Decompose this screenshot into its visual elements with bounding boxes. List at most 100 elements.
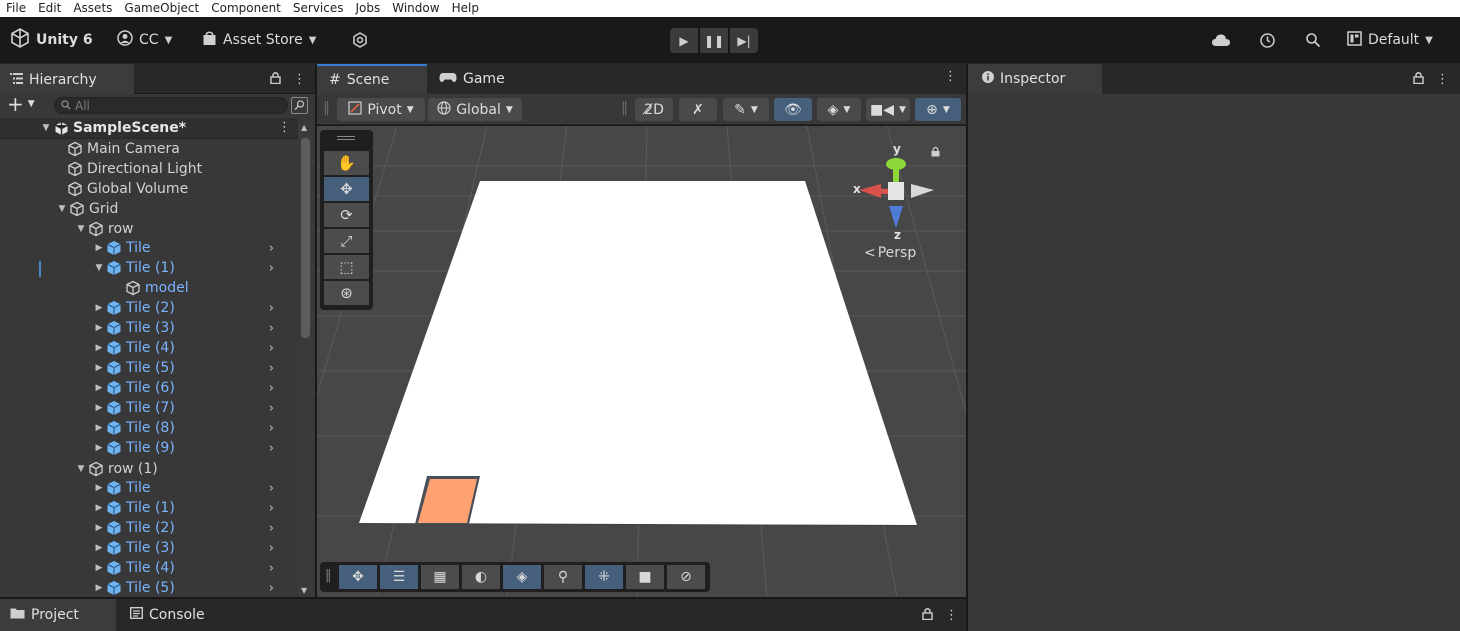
tab-inspector[interactable]: Inspector — [968, 64, 1102, 94]
overlay-search-button[interactable]: ⚲ — [544, 565, 582, 589]
tab-hierarchy[interactable]: Hierarchy — [0, 64, 134, 94]
lock-icon[interactable] — [270, 71, 281, 88]
menu-services[interactable]: Services — [287, 0, 350, 17]
kebab-menu-icon[interactable]: ⋮ — [944, 69, 957, 84]
visibility-button[interactable]: 👁 — [774, 98, 812, 121]
list-item[interactable]: ▶ Tile (2) › — [93, 518, 298, 538]
chevron-right-icon[interactable]: › — [269, 521, 274, 536]
list-item[interactable]: ▶ Tile (9) › — [93, 438, 298, 458]
tab-scene[interactable]: # Scene — [317, 64, 427, 94]
chevron-right-icon[interactable]: › — [269, 301, 274, 316]
chevron-right-icon[interactable]: › — [269, 341, 274, 356]
scroll-down-icon[interactable]: ▼ — [301, 586, 307, 595]
step-button[interactable]: ▶| — [730, 28, 758, 53]
kebab-menu-icon[interactable]: ⋮ — [1436, 72, 1449, 87]
kebab-menu-icon[interactable]: ⋮ — [945, 608, 958, 623]
create-dropdown[interactable]: + ▼ — [7, 94, 35, 114]
chevron-right-icon[interactable]: › — [269, 321, 274, 336]
gizmos-dropdown[interactable]: ⊕ ▼ — [915, 98, 961, 121]
expand-arrow-icon[interactable]: ▶ — [93, 563, 105, 573]
scene-header-row[interactable]: ▼ SampleScene* ⋮ — [0, 118, 298, 139]
chevron-right-icon[interactable]: › — [269, 481, 274, 496]
expand-arrow-icon[interactable]: ▼ — [40, 123, 52, 133]
layers-dropdown[interactable]: ◈ ▼ — [817, 98, 861, 121]
account-dropdown[interactable]: CC ▼ — [117, 29, 172, 51]
overlay-settings-button[interactable]: ☰ — [380, 565, 418, 589]
scene-viewport[interactable]: y x z < Persp — [317, 126, 966, 597]
chevron-right-icon[interactable]: › — [269, 401, 274, 416]
list-item[interactable]: ▶ Tile (4) › — [93, 338, 298, 358]
expand-arrow-icon[interactable]: ▼ — [56, 204, 68, 214]
list-item[interactable]: ▼ Grid — [56, 199, 119, 219]
list-item[interactable]: ▶ Tile (6) › — [93, 378, 298, 398]
expand-arrow-icon[interactable]: ▶ — [93, 323, 105, 333]
expand-arrow-icon[interactable]: ▶ — [93, 363, 105, 373]
transform-tool-button[interactable]: ⊛ — [324, 281, 369, 305]
list-item[interactable]: model — [124, 278, 189, 298]
menu-help[interactable]: Help — [446, 0, 485, 17]
chevron-right-icon[interactable]: › — [269, 581, 274, 596]
expand-arrow-icon[interactable]: ▶ — [93, 403, 105, 413]
expand-arrow-icon[interactable]: ▶ — [93, 583, 105, 593]
hand-tool-button[interactable]: ✋ — [324, 151, 369, 175]
list-item[interactable]: ▶ Tile (3) › — [93, 318, 298, 338]
lock-icon[interactable] — [922, 607, 933, 624]
expand-arrow-icon[interactable]: ▶ — [93, 243, 105, 253]
kebab-menu-icon[interactable]: ⋮ — [278, 120, 291, 135]
list-item[interactable]: ▶ Tile (1) › — [93, 498, 298, 518]
search-icon[interactable] — [1302, 29, 1324, 51]
expand-arrow-icon[interactable]: ▶ — [93, 523, 105, 533]
menu-component[interactable]: Component — [205, 0, 287, 17]
overlay-moon-button[interactable]: ◐ — [462, 565, 500, 589]
list-item[interactable]: Main Camera — [54, 139, 180, 159]
list-item[interactable]: ▶ Tile (2) › — [93, 298, 298, 318]
expand-arrow-icon[interactable]: ▼ — [75, 464, 87, 474]
layout-dropdown[interactable]: Default ▼ — [1347, 29, 1433, 51]
rotate-tool-button[interactable]: ⟳ — [324, 203, 369, 227]
overlay-grid-button[interactable]: ▦ — [421, 565, 459, 589]
chevron-right-icon[interactable]: › — [269, 361, 274, 376]
lock-icon[interactable] — [931, 146, 940, 161]
tab-console[interactable]: Console — [120, 599, 230, 631]
overlay-camera-button[interactable]: ■ — [626, 565, 664, 589]
expand-arrow-icon[interactable]: ▶ — [93, 303, 105, 313]
menu-assets[interactable]: Assets — [67, 0, 118, 17]
pivot-dropdown[interactable]: Pivot ▼ — [337, 98, 425, 121]
list-item[interactable]: Global Volume — [54, 179, 188, 199]
move-tool-button[interactable]: ✥ — [324, 177, 369, 201]
shading-toggle-button[interactable]: 2̸D — [635, 98, 673, 121]
scroll-up-icon[interactable]: ▲ — [301, 123, 307, 132]
asset-store-dropdown[interactable]: Asset Store ▼ — [202, 29, 316, 51]
chevron-right-icon[interactable]: › — [269, 421, 274, 436]
chevron-right-icon[interactable]: › — [269, 501, 274, 516]
expand-arrow-icon[interactable]: ▶ — [93, 443, 105, 453]
hierarchy-scrollbar[interactable]: ▲ ▼ — [298, 123, 314, 597]
expand-arrow-icon[interactable]: ▶ — [93, 483, 105, 493]
overlay-nodes-button[interactable]: ⁜ — [585, 565, 623, 589]
search-filter-button[interactable] — [291, 97, 308, 114]
global-dropdown[interactable]: Global ▼ — [428, 98, 522, 121]
play-button[interactable]: ▶ — [670, 28, 698, 53]
tab-game[interactable]: Game — [427, 64, 527, 94]
chevron-right-icon[interactable]: › — [269, 561, 274, 576]
expand-arrow-icon[interactable]: ▼ — [93, 263, 105, 273]
list-item[interactable]: ▼ row (1) — [75, 459, 158, 479]
chevron-right-icon[interactable]: › — [269, 441, 274, 456]
drag-handle-icon[interactable]: ‖ — [325, 568, 332, 583]
drag-handle-icon[interactable]: ‖ — [621, 100, 628, 116]
chevron-right-icon[interactable]: › — [269, 381, 274, 396]
overlay-move-button[interactable]: ✥ — [339, 565, 377, 589]
chevron-right-icon[interactable]: › — [269, 241, 274, 256]
unity-menu-button[interactable]: Unity 6 — [10, 28, 93, 51]
menu-gameobject[interactable]: GameObject — [118, 0, 205, 17]
menu-jobs[interactable]: Jobs — [350, 0, 387, 17]
expand-arrow-icon[interactable]: ▶ — [93, 423, 105, 433]
list-item[interactable]: ▶ Tile (7) › — [93, 398, 298, 418]
list-item[interactable]: Directional Light — [54, 159, 202, 179]
drag-handle-icon[interactable]: ‖ — [323, 100, 330, 116]
expand-arrow-icon[interactable]: ▶ — [93, 343, 105, 353]
drag-handle-icon[interactable] — [337, 136, 355, 137]
lock-icon[interactable] — [1413, 71, 1424, 88]
menu-edit[interactable]: Edit — [32, 0, 67, 17]
cloud-icon[interactable] — [1210, 29, 1232, 51]
